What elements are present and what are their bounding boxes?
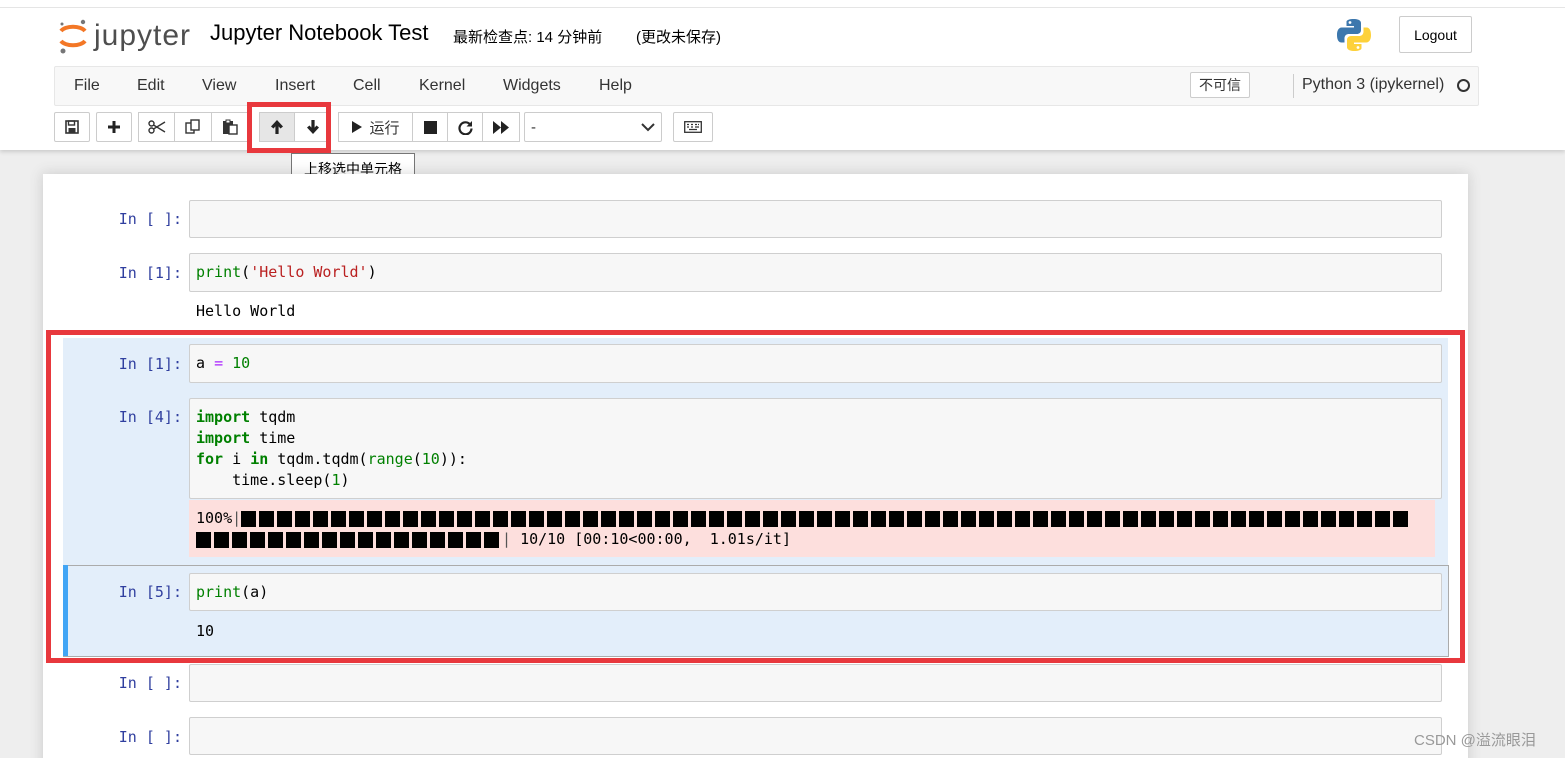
copy-button[interactable] <box>174 112 212 142</box>
kernel-name[interactable]: Python 3 (ipykernel) <box>1302 76 1444 94</box>
stop-icon <box>423 120 437 134</box>
cell-prompt: In [ ]: <box>118 210 182 228</box>
cell-prompt: In [1]: <box>118 264 182 282</box>
paste-icon <box>223 119 238 135</box>
run-button[interactable]: 运行 <box>338 112 413 142</box>
menu-widgets[interactable]: Widgets <box>503 77 561 95</box>
cell-type-value: - <box>531 118 536 136</box>
fast-forward-icon <box>493 120 509 134</box>
insert-cell-button[interactable] <box>96 112 132 142</box>
kernel-idle-icon <box>1457 79 1470 92</box>
cut-button[interactable] <box>138 112 175 142</box>
paste-button[interactable] <box>211 112 249 142</box>
plus-icon <box>108 121 120 133</box>
menu-insert[interactable]: Insert <box>275 77 315 95</box>
header: jupyter Jupyter Notebook Test 最新检查点: 14 … <box>0 0 1565 150</box>
menu-edit[interactable]: Edit <box>137 77 165 95</box>
watermark: CSDN @溢流眼泪 <box>1414 732 1536 749</box>
run-icon <box>352 121 363 133</box>
menu-file[interactable]: File <box>74 77 100 95</box>
code-input[interactable]: print('Hello World') <box>189 253 1442 292</box>
menu-kernel[interactable]: Kernel <box>419 77 465 95</box>
cell-prompt: In [ ]: <box>118 728 182 746</box>
restart-button[interactable] <box>447 112 483 142</box>
logo-text: jupyter <box>94 19 192 52</box>
notebook-name[interactable]: Jupyter Notebook Test <box>210 20 429 46</box>
code-input[interactable] <box>189 664 1442 702</box>
cut-icon <box>147 120 165 134</box>
copy-icon <box>185 119 200 134</box>
cell-output: Hello World <box>196 302 296 320</box>
cell-type-select[interactable]: - <box>524 112 662 142</box>
code-token: print <box>196 263 242 281</box>
highlight-selected-cells <box>46 330 1465 663</box>
logout-button[interactable]: Logout <box>1399 16 1472 53</box>
restart-icon <box>457 120 473 135</box>
command-palette-button[interactable] <box>673 112 713 142</box>
save-button[interactable] <box>54 112 90 142</box>
highlight-move-buttons <box>247 102 331 153</box>
menu-cell[interactable]: Cell <box>353 77 381 95</box>
checkpoint-status: 最新检查点: 14 分钟前 <box>453 29 603 46</box>
code-input[interactable] <box>189 717 1442 755</box>
code-token: 'Hello World' <box>250 263 368 281</box>
interrupt-button[interactable] <box>412 112 448 142</box>
menu-help[interactable]: Help <box>599 77 632 95</box>
jupyter-logo-icon <box>59 19 87 54</box>
menubar <box>54 66 1479 106</box>
chevron-down-icon <box>641 123 655 132</box>
trusted-indicator[interactable]: 不可信 <box>1190 72 1250 98</box>
python-logo-icon <box>1337 19 1371 51</box>
keyboard-icon <box>684 121 702 133</box>
run-label: 运行 <box>369 119 400 137</box>
menu-view[interactable]: View <box>202 77 236 95</box>
restart-run-all-button[interactable] <box>482 112 520 142</box>
jupyter-logo[interactable]: jupyter <box>58 16 191 56</box>
autosave-status: (更改未保存) <box>636 29 721 46</box>
browser-bookmark-strip <box>0 0 1565 8</box>
kernel-separator <box>1293 74 1294 98</box>
cell-prompt: In [ ]: <box>118 674 182 692</box>
code-input[interactable] <box>189 200 1442 238</box>
save-icon <box>65 120 79 134</box>
